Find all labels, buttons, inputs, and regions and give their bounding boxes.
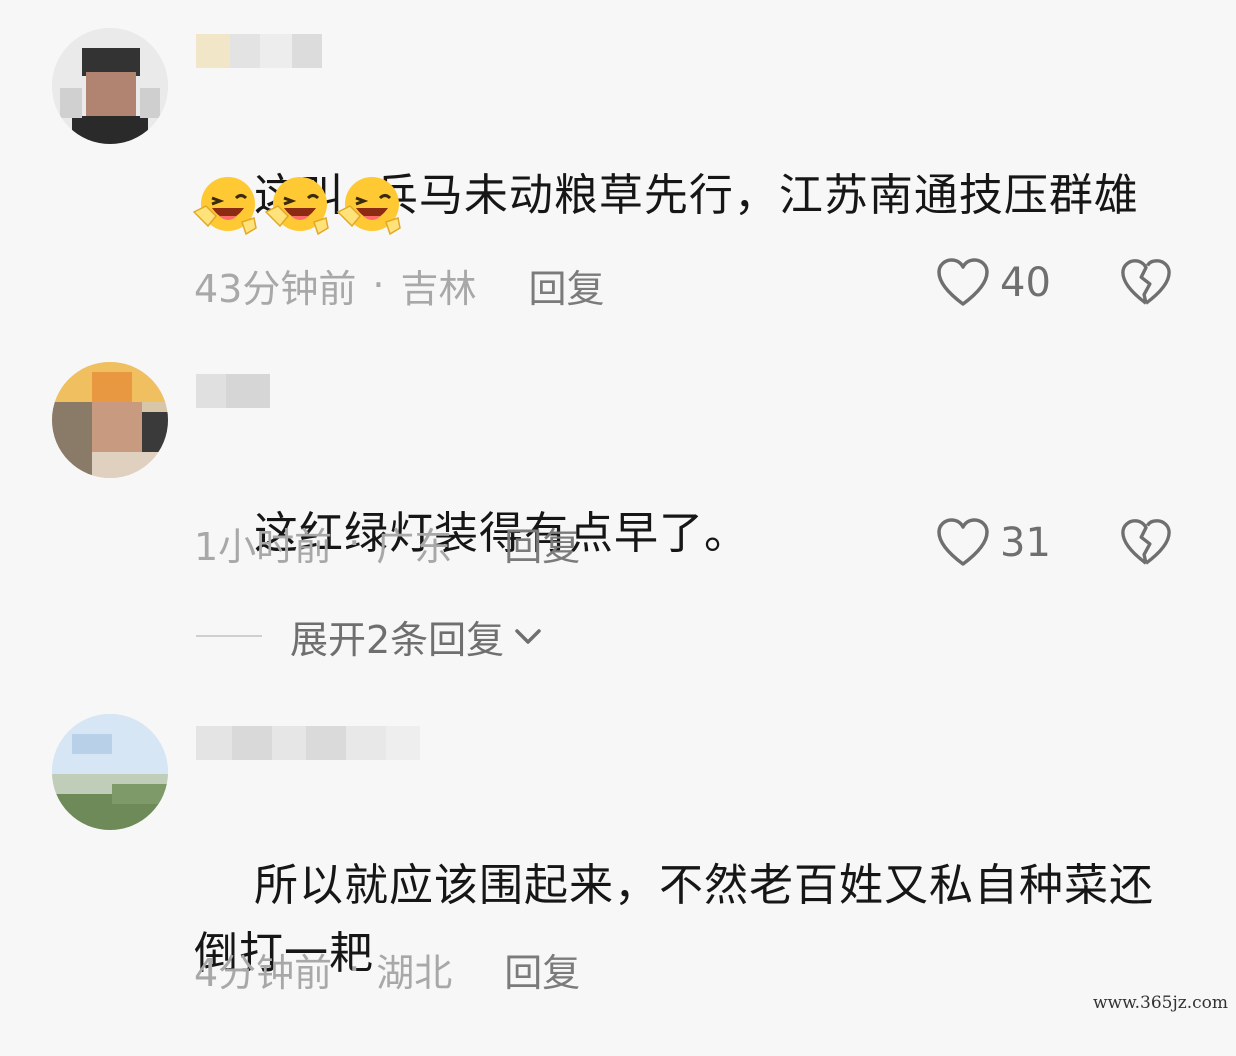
- laughing-wink-emoji-icon: [192, 177, 257, 236]
- comment-meta: 43分钟前 · 吉林 回复: [194, 258, 604, 313]
- watermark: www.365jz.com: [1093, 993, 1228, 1013]
- reply-button[interactable]: 回复: [504, 942, 580, 997]
- chevron-down-icon: [515, 629, 541, 644]
- broken-heart-icon[interactable]: [1120, 518, 1172, 568]
- timestamp: 43分钟前: [194, 266, 357, 311]
- location: 广东: [376, 524, 453, 569]
- expand-replies-label: 展开2条回复: [290, 617, 505, 662]
- like-count: 40: [1000, 260, 1051, 306]
- reply-button[interactable]: 回复: [528, 258, 604, 313]
- separator: ·: [372, 263, 385, 307]
- comment-meta: 4分钟前 · 湖北 回复: [194, 942, 580, 997]
- like-count: 31: [1000, 520, 1051, 566]
- username-blurred[interactable]: [196, 374, 270, 408]
- separator: ·: [348, 947, 361, 991]
- expand-replies-button[interactable]: 展开2条回复: [196, 608, 544, 664]
- laughing-wink-emoji-icon: [336, 177, 401, 236]
- avatar[interactable]: [52, 362, 168, 478]
- location: 湖北: [376, 950, 453, 995]
- reply-button[interactable]: 回复: [504, 516, 580, 571]
- comment-meta: 1小时前 · 广东 回复: [194, 516, 580, 571]
- separator: ·: [348, 521, 361, 565]
- username-blurred[interactable]: [196, 726, 420, 760]
- broken-heart-icon[interactable]: [1120, 258, 1172, 308]
- heart-outline-icon: [937, 518, 989, 566]
- laughing-wink-emoji-icon: [264, 177, 329, 236]
- like-button[interactable]: 40: [936, 258, 1051, 308]
- emoji-row: [192, 174, 408, 236]
- heart-outline-icon: [937, 258, 989, 306]
- comment-text: 所以就应该围起来，不然老百姓又私自种菜还 倒打一耙: [194, 784, 1194, 1056]
- username-blurred[interactable]: [196, 34, 322, 68]
- timestamp: 4分钟前: [194, 950, 333, 995]
- avatar[interactable]: [52, 28, 168, 144]
- avatar[interactable]: [52, 714, 168, 830]
- location: 吉林: [400, 266, 477, 311]
- divider-line: [196, 635, 262, 637]
- like-button[interactable]: 31: [936, 518, 1051, 568]
- timestamp: 1小时前: [194, 524, 333, 569]
